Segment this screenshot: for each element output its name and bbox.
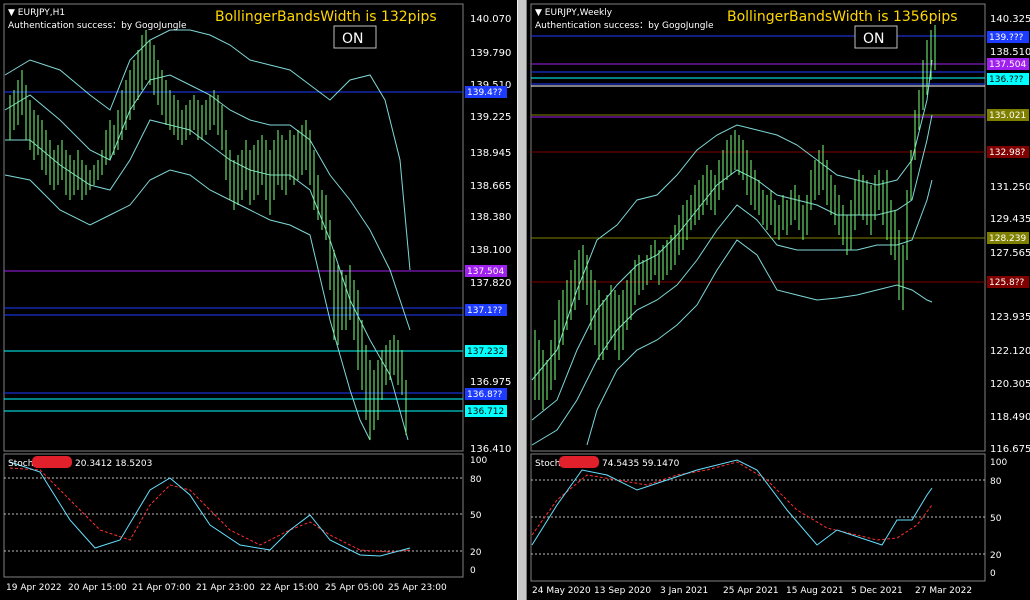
svg-text:20: 20 <box>990 551 1002 561</box>
svg-text:19 Apr 2022: 19 Apr 2022 <box>6 583 62 593</box>
price-label: 139.225 <box>470 112 511 123</box>
svg-text:22 Apr 15:00: 22 Apr 15:00 <box>260 583 319 593</box>
price-tag: 139.4?? <box>467 88 503 98</box>
svg-text:116.675: 116.675 <box>990 444 1030 455</box>
svg-text:138.510: 138.510 <box>990 47 1030 58</box>
price-tag: 139.??? <box>989 33 1024 43</box>
svg-text:15 Aug 2021: 15 Aug 2021 <box>786 586 844 596</box>
price-tag: 132.98? <box>989 148 1025 158</box>
svg-text:24 May 2020: 24 May 2020 <box>532 586 591 596</box>
svg-text:25 Apr 23:00: 25 Apr 23:00 <box>388 583 447 593</box>
svg-text:27 Mar 2022: 27 Mar 2022 <box>915 586 972 596</box>
bbw-readout: BollingerBandsWidth is 1356pips <box>727 9 958 25</box>
svg-text:122.120: 122.120 <box>990 346 1030 357</box>
svg-text:80: 80 <box>470 475 482 485</box>
stoch-values: 20.3412 18.5203 <box>75 459 152 469</box>
chart-window-eurjpy-weekly[interactable]: 140.325 138.510 131.250 129.435 127.565 … <box>527 0 1030 600</box>
svg-text:123.935: 123.935 <box>990 312 1030 323</box>
chart-canvas-left[interactable]: 140.070 139.790 139.510 139.225 138.945 … <box>0 0 517 600</box>
price-tag: 137.1?? <box>467 306 503 316</box>
price-tag: 135.021 <box>989 111 1026 121</box>
svg-text:129.435: 129.435 <box>990 214 1030 225</box>
svg-text:25 Apr 2021: 25 Apr 2021 <box>723 586 779 596</box>
stoch-area[interactable] <box>3 453 464 578</box>
price-tag: 128.239 <box>989 234 1026 244</box>
on-button-label: ON <box>863 31 885 47</box>
svg-text:21 Apr 07:00: 21 Apr 07:00 <box>132 583 191 593</box>
svg-text:3 Jan 2021: 3 Jan 2021 <box>660 586 708 596</box>
window-splitter[interactable] <box>517 0 527 600</box>
svg-text:25 Apr 05:00: 25 Apr 05:00 <box>325 583 384 593</box>
price-tag: 137.504 <box>467 267 504 277</box>
time-axis: 24 May 2020 13 Sep 2020 3 Jan 2021 25 Ap… <box>532 586 972 596</box>
svg-text:50: 50 <box>990 514 1002 524</box>
svg-text:20 Apr 15:00: 20 Apr 15:00 <box>68 583 127 593</box>
price-tag: 125.8?? <box>989 278 1025 288</box>
price-tag: 137.232 <box>467 347 504 357</box>
stoch-values: 74.5435 59.1470 <box>602 459 680 469</box>
svg-text:140.325: 140.325 <box>990 14 1030 25</box>
stoch-params-blob <box>32 456 72 468</box>
price-label: 136.975 <box>470 377 511 388</box>
chart-title: ▼ EURJPY,Weekly <box>535 8 613 18</box>
chart-window-eurjpy-h1[interactable]: 140.070 139.790 139.510 139.225 138.945 … <box>0 0 517 600</box>
time-axis: 19 Apr 2022 20 Apr 15:00 21 Apr 07:00 21… <box>6 583 447 593</box>
price-label: 138.945 <box>470 148 511 159</box>
svg-text:80: 80 <box>990 477 1002 487</box>
svg-text:5 Dec 2021: 5 Dec 2021 <box>851 586 903 596</box>
price-tag: 137.504 <box>989 60 1026 70</box>
svg-text:50: 50 <box>470 511 482 521</box>
stoch-axis: 100 80 50 20 0 <box>990 458 1007 579</box>
svg-text:127.565: 127.565 <box>990 248 1030 259</box>
svg-text:13 Sep 2020: 13 Sep 2020 <box>594 586 651 596</box>
bbw-readout: BollingerBandsWidth is 132pips <box>215 9 437 25</box>
auth-message: Authentication success：by GogoJungle <box>535 21 714 31</box>
price-label: 138.380 <box>470 212 511 223</box>
dropdown-triangle-icon: ▼ <box>535 8 545 18</box>
svg-text:0: 0 <box>990 569 996 579</box>
auth-message: Authentication success：by GogoJungle <box>8 21 187 31</box>
chart-title: ▼ EURJPY,H1 <box>8 8 65 18</box>
svg-text:100: 100 <box>470 456 487 466</box>
stoch-label: Stoch <box>8 459 33 469</box>
dropdown-triangle-icon: ▼ <box>8 8 18 18</box>
price-label: 137.820 <box>470 278 511 289</box>
price-label: 139.790 <box>470 48 511 59</box>
svg-text:118.490: 118.490 <box>990 412 1030 423</box>
price-tag: 136.712 <box>467 407 504 417</box>
chart-canvas-right[interactable]: 140.325 138.510 131.250 129.435 127.565 … <box>527 0 1030 600</box>
stoch-params-blob <box>559 456 599 468</box>
svg-text:131.250: 131.250 <box>990 182 1030 193</box>
stoch-axis: 100 80 50 20 0 <box>470 456 487 576</box>
price-tag: 136.8?? <box>467 390 503 400</box>
price-area[interactable] <box>3 3 464 452</box>
svg-text:0: 0 <box>470 566 476 576</box>
price-tag: 136.??? <box>989 75 1024 85</box>
on-button-label: ON <box>342 31 364 47</box>
svg-text:20: 20 <box>470 548 482 558</box>
svg-text:21 Apr 23:00: 21 Apr 23:00 <box>196 583 255 593</box>
stoch-label: Stoch <box>535 459 560 469</box>
svg-text:100: 100 <box>990 458 1007 468</box>
price-label: 140.070 <box>470 14 511 25</box>
price-label: 138.100 <box>470 245 511 256</box>
price-label: 136.410 <box>470 444 511 455</box>
svg-text:120.305: 120.305 <box>990 379 1030 390</box>
price-label: 138.665 <box>470 181 511 192</box>
